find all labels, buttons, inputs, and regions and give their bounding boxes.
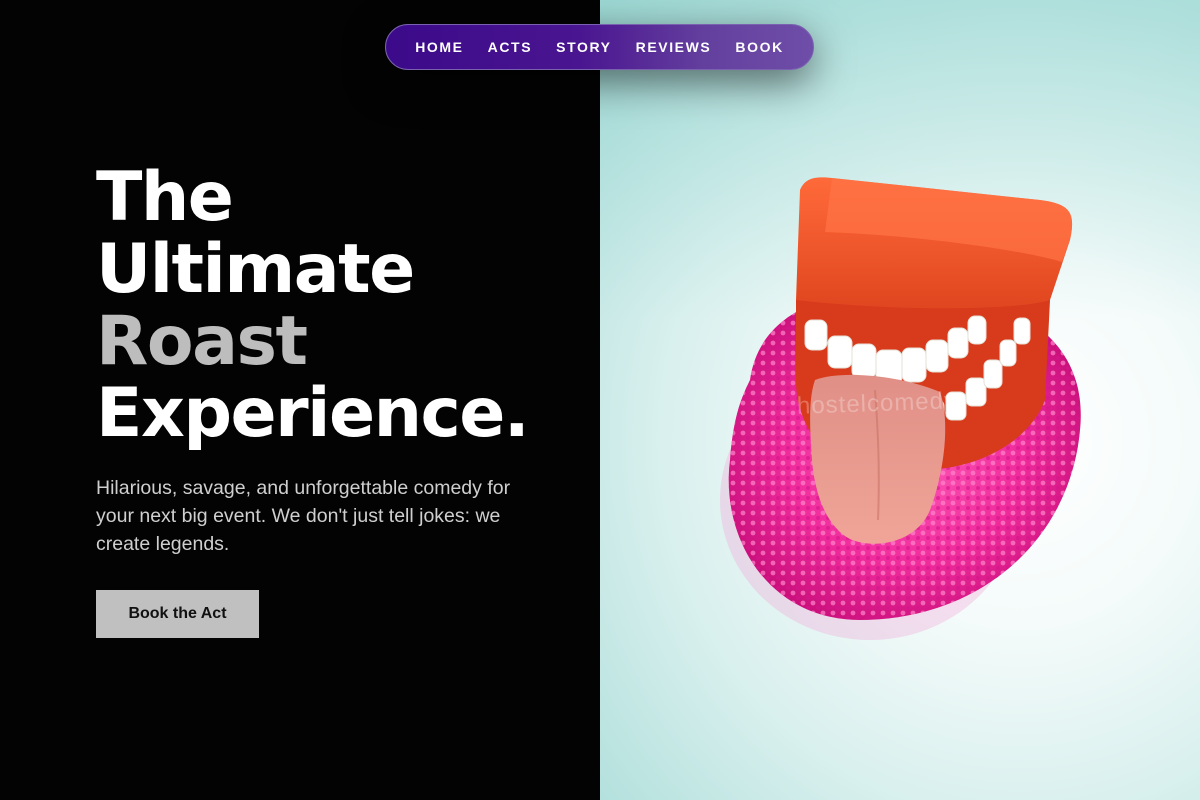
hero-title-line-3-accent: Roast xyxy=(96,302,308,381)
hero-title-line-1: The xyxy=(96,158,234,237)
book-the-act-button[interactable]: Book the Act xyxy=(96,590,259,638)
nav-item-reviews[interactable]: REVIEWS xyxy=(636,39,712,55)
hero-subtitle: Hilarious, savage, and unforgettable com… xyxy=(96,477,511,555)
nav-item-story[interactable]: STORY xyxy=(556,39,611,55)
hero-title-line-2: Ultimate xyxy=(96,230,415,309)
hero-title: The Ultimate Roast Experience. xyxy=(96,158,530,453)
nav-item-home[interactable]: HOME xyxy=(415,39,463,55)
nav-item-acts[interactable]: ACTS xyxy=(488,39,533,55)
nav-item-book[interactable]: BOOK xyxy=(735,39,783,55)
hero-title-line-4: Experience. xyxy=(96,374,530,453)
main-nav: HOME ACTS STORY REVIEWS BOOK xyxy=(385,24,814,70)
